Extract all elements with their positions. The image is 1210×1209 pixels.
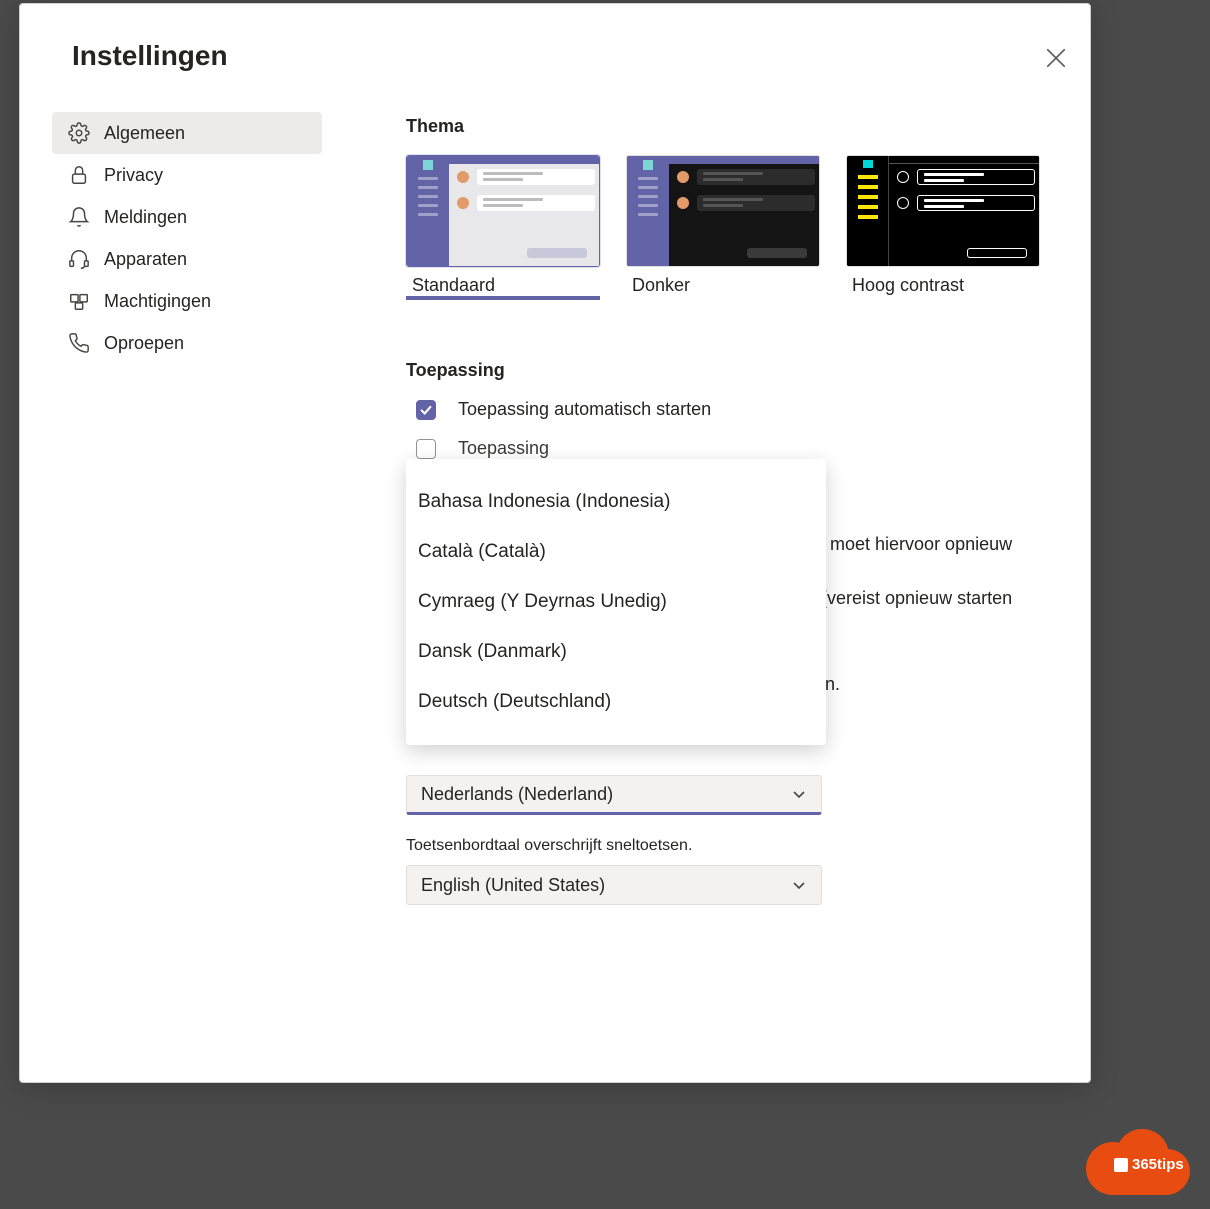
language-option[interactable]: Català (Català) <box>406 527 826 577</box>
language-option[interactable]: Bahasa Indonesia (Indonesia) <box>406 477 826 527</box>
office-icon <box>1114 1158 1128 1172</box>
theme-label: Standaard <box>412 275 495 295</box>
theme-label: Hoog contrast <box>852 275 964 295</box>
close-icon <box>1046 55 1066 72</box>
gear-icon <box>68 122 90 144</box>
theme-options: Standaard Donker <box>406 155 1050 300</box>
settings-sidebar: Algemeen Privacy Meldingen Apparaten Mac… <box>52 112 322 364</box>
theme-preview-default <box>406 155 600 267</box>
logo-365tips: 365tips <box>1086 1129 1190 1195</box>
auto-start-label: Toepassing automatisch starten <box>458 399 711 420</box>
second-row-label: Toepassing <box>458 438 549 459</box>
headset-icon <box>68 248 90 270</box>
sidebar-item-general[interactable]: Algemeen <box>52 112 322 154</box>
app-language-value: Nederlands (Nederland) <box>421 784 613 805</box>
sidebar-item-label: Privacy <box>104 165 163 186</box>
theme-option-high-contrast[interactable]: Hoog contrast <box>846 155 1040 300</box>
application-section-title: Toepassing <box>406 360 1050 381</box>
chevron-down-icon <box>791 877 807 893</box>
keyboard-language-value: English (United States) <box>421 875 605 896</box>
language-option[interactable]: Dansk (Danmark) <box>406 627 826 677</box>
keyboard-language-hint: Toetsenbordtaal overschrijft sneltoetsen… <box>406 837 1050 855</box>
theme-section-title: Thema <box>406 116 1050 137</box>
lock-icon <box>68 164 90 186</box>
sidebar-item-notifications[interactable]: Meldingen <box>52 196 322 238</box>
sidebar-item-label: Meldingen <box>104 207 187 228</box>
sidebar-item-label: Oproepen <box>104 333 184 354</box>
sidebar-item-calls[interactable]: Oproepen <box>52 322 322 364</box>
page-title: Instellingen <box>72 40 228 72</box>
auto-start-row: Toepassing automatisch starten <box>416 399 1050 420</box>
sidebar-item-label: Algemeen <box>104 123 185 144</box>
second-row-checkbox[interactable] <box>416 439 436 459</box>
sidebar-item-label: Apparaten <box>104 249 187 270</box>
close-button[interactable] <box>1046 48 1066 68</box>
app-language-select[interactable]: Nederlands (Nederland) <box>406 775 822 815</box>
auto-start-checkbox[interactable] <box>416 400 436 420</box>
phone-icon <box>68 332 90 354</box>
settings-dialog: Instellingen Algemeen Privacy Meldingen <box>19 3 1091 1083</box>
theme-option-dark[interactable]: Donker <box>626 155 820 300</box>
theme-preview-dark <box>626 155 820 267</box>
language-dropdown-list: Bahasa Indonesia (Indonesia) Català (Cat… <box>406 459 826 745</box>
sidebar-item-devices[interactable]: Apparaten <box>52 238 322 280</box>
sidebar-item-permissions[interactable]: Machtigingen <box>52 280 322 322</box>
logo-text: 365tips <box>1114 1156 1184 1173</box>
sidebar-item-privacy[interactable]: Privacy <box>52 154 322 196</box>
sidebar-item-label: Machtigingen <box>104 291 211 312</box>
bell-icon <box>68 206 90 228</box>
keyboard-language-select[interactable]: English (United States) <box>406 865 822 905</box>
theme-label: Donker <box>632 275 690 295</box>
obscured-hint-2: e (vereist opnieuw starten <box>806 588 1012 609</box>
theme-option-default[interactable]: Standaard <box>406 155 600 300</box>
language-option[interactable]: Deutsch (Deutschland) <box>406 677 826 727</box>
key-icon <box>68 290 90 312</box>
language-option[interactable]: Cymraeg (Y Deyrnas Unedig) <box>406 577 826 627</box>
theme-preview-high-contrast <box>846 155 1040 267</box>
second-row-partial: Toepassing <box>416 438 1050 459</box>
chevron-down-icon <box>791 786 807 802</box>
obscured-hint-1: ns moet hiervoor opnieuw <box>806 534 1012 555</box>
